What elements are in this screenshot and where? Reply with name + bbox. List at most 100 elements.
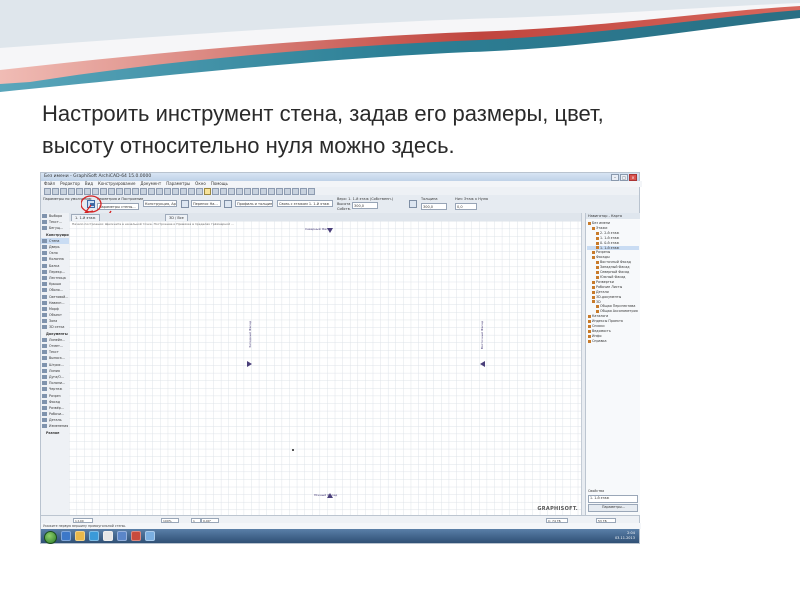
tool-label: Колонна	[49, 257, 64, 262]
tool-label: Морф	[49, 306, 59, 311]
toolbar-button-icon[interactable]	[284, 188, 291, 195]
toolbar-button-icon[interactable]	[164, 188, 171, 195]
folder-icon	[596, 231, 599, 235]
powerpoint-icon[interactable]	[131, 531, 141, 541]
tool-label: Выбора	[49, 214, 63, 219]
east-marker-icon[interactable]	[479, 361, 485, 367]
toolbar-button-icon[interactable]	[132, 188, 139, 195]
folder-icon	[596, 271, 599, 275]
tool-icon	[42, 288, 47, 293]
toolbar-button-icon[interactable]	[44, 188, 51, 195]
toolbar-button-icon[interactable]	[84, 188, 91, 195]
origin-point	[292, 449, 294, 451]
folder-icon	[596, 266, 599, 270]
toolbar-button-icon[interactable]	[204, 188, 211, 195]
toolbar-button-icon[interactable]	[244, 188, 251, 195]
toolbar-button-icon[interactable]	[188, 188, 195, 195]
chrome-icon[interactable]	[103, 531, 113, 541]
flip-icon[interactable]	[224, 200, 232, 208]
tool-label: Дуга/О...	[49, 374, 65, 379]
toolbar-button-icon[interactable]	[180, 188, 187, 195]
toolbar-button-icon[interactable]	[116, 188, 123, 195]
tool-icon	[42, 294, 47, 299]
tool-label: Объект	[49, 313, 62, 318]
toolbar-button-icon[interactable]	[300, 188, 307, 195]
angle-field[interactable]: 0,00°	[201, 517, 219, 523]
toolbar-button-icon[interactable]	[108, 188, 115, 195]
west-marker-icon[interactable]	[247, 361, 253, 367]
properties-value[interactable]: 1. 1-й этаж	[588, 495, 638, 503]
toolbar-button-icon[interactable]	[68, 188, 75, 195]
maximize-icon[interactable]: □	[620, 174, 628, 181]
tool-label: Отмет...	[49, 344, 64, 349]
relation-field[interactable]: Связь с этажом 1. 1-й этаж	[277, 200, 333, 207]
media-icon[interactable]	[89, 531, 99, 541]
folder-icon	[588, 315, 591, 319]
toolbar-button-icon[interactable]	[172, 188, 179, 195]
floor-plan-canvas[interactable]: Начало построения: Щелкните в начальной …	[69, 221, 581, 515]
toolbar-button-icon[interactable]	[252, 188, 259, 195]
toolbar-button-icon[interactable]	[276, 188, 283, 195]
toolbar-button-icon[interactable]	[140, 188, 147, 195]
navigator-panel: Навигатор - Карта Без имени Этажи 2. 2-й э…	[585, 213, 640, 515]
height-input[interactable]: 300,0	[352, 202, 378, 209]
tool-label: Деталь	[49, 418, 62, 423]
minimize-icon[interactable]: –	[611, 174, 619, 181]
toolbar-button-icon[interactable]	[260, 188, 267, 195]
settings-button[interactable]: Параметры...	[588, 504, 638, 512]
offset-input[interactable]: 0,0	[455, 203, 477, 210]
ie-icon[interactable]	[61, 531, 71, 541]
tool-icon	[42, 214, 47, 219]
north-marker-icon[interactable]	[327, 228, 333, 234]
toolbar-button-icon[interactable]	[100, 188, 107, 195]
toolbar-button-icon[interactable]	[92, 188, 99, 195]
toolbar-button-icon[interactable]	[156, 188, 163, 195]
tool-icon	[42, 220, 47, 225]
tool-icon	[42, 399, 47, 404]
toolbar-button-icon[interactable]	[268, 188, 275, 195]
toolbar-button-icon[interactable]	[60, 188, 67, 195]
explorer-icon[interactable]	[75, 531, 85, 541]
toolbar-button-icon[interactable]	[52, 188, 59, 195]
south-marker-icon[interactable]	[327, 492, 333, 498]
toolbar-button-icon[interactable]	[308, 188, 315, 195]
thickness-input[interactable]: 300,0	[421, 203, 447, 210]
tool-label: Линия	[49, 368, 60, 373]
archicad-task-icon[interactable]	[145, 531, 155, 541]
toolbar-button-icon[interactable]	[76, 188, 83, 195]
navigator-item[interactable]: Справка	[587, 339, 639, 344]
scale-field[interactable]: 100%	[161, 517, 179, 523]
word-icon[interactable]	[117, 531, 127, 541]
floor-field[interactable]: Перенос На...	[191, 200, 221, 207]
toolbar-button-icon[interactable]	[228, 188, 235, 195]
tool-label: Рабочи...	[49, 412, 65, 417]
profile-field[interactable]: Профиль и толщина	[235, 200, 273, 207]
tool-icon	[42, 344, 47, 349]
start-icon[interactable]	[44, 530, 57, 544]
toolbar-button-icon[interactable]	[236, 188, 243, 195]
toolbar-button-icon[interactable]	[124, 188, 131, 195]
tool-icon	[42, 251, 47, 256]
toolbar-button-icon[interactable]	[196, 188, 203, 195]
toolbar-button-icon[interactable]	[148, 188, 155, 195]
navigator-tree: Без имени Этажи 2. 2-й этаж 1. 1-й этаж 0. 0…	[586, 219, 640, 346]
page-field[interactable]: 1	[191, 517, 201, 523]
toolbar-button-icon[interactable]	[292, 188, 299, 195]
wall-color-icon[interactable]	[409, 200, 417, 208]
tool-icon	[42, 337, 47, 342]
tool-label: Разное	[46, 430, 60, 435]
toolbar-button-icon[interactable]	[212, 188, 219, 195]
tool-icon	[42, 350, 47, 355]
toolbar-button-icon[interactable]	[220, 188, 227, 195]
tool-label: Балка	[49, 263, 60, 268]
toolbox-group[interactable]: Разное	[41, 430, 69, 436]
tool-icon	[42, 332, 44, 336]
reference-line-icon[interactable]	[181, 200, 189, 208]
zoom-field[interactable]: 1:100	[73, 517, 93, 523]
tool-icon	[42, 418, 47, 423]
folder-icon	[596, 236, 599, 240]
east-marker-label: Восточный Фасад	[480, 321, 484, 350]
tool-label: Штрих...	[49, 362, 64, 367]
close-icon[interactable]: ×	[629, 174, 637, 181]
tool-icon	[42, 412, 47, 417]
